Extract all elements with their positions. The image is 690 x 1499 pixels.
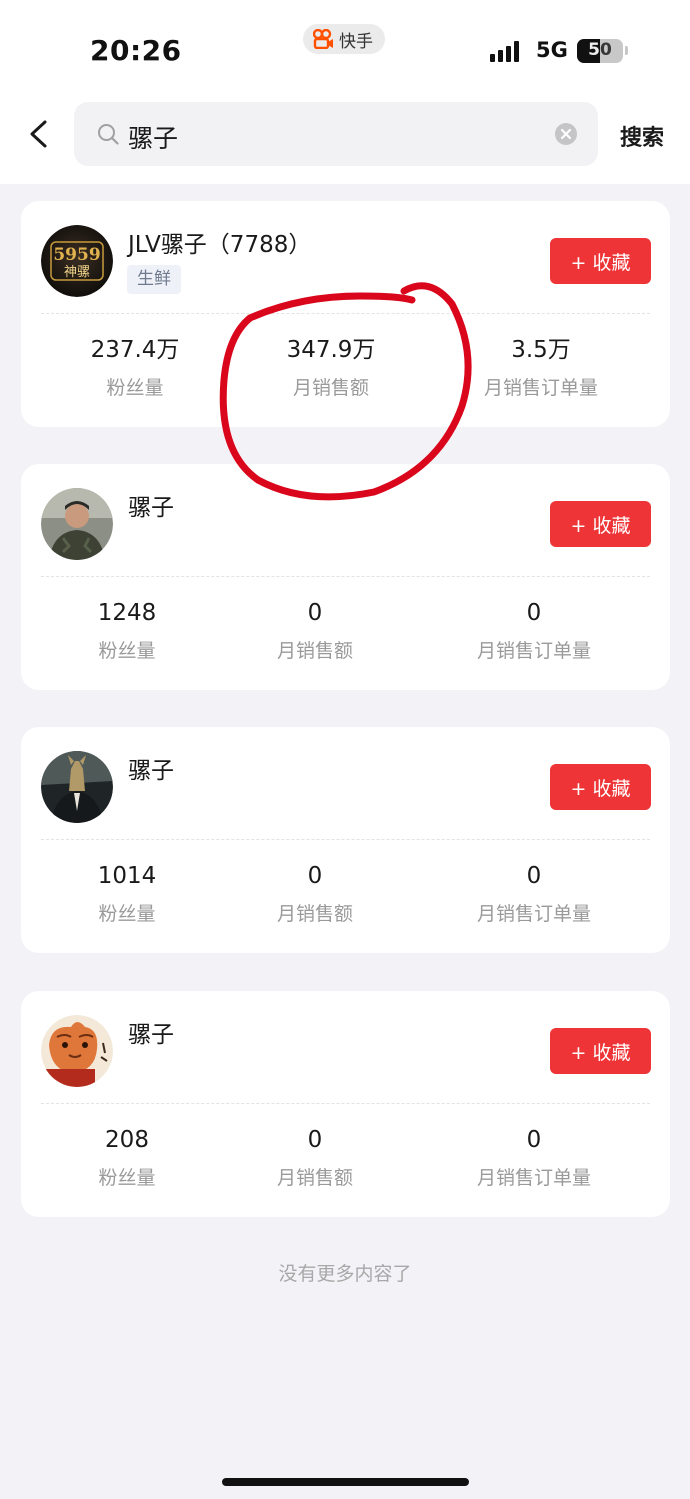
stat-value: 0	[307, 600, 323, 626]
stat-value: 0	[526, 600, 542, 626]
shop-avatar[interactable]	[41, 488, 113, 560]
app-name-label: 快手	[339, 31, 373, 52]
status-bar: 20:26 快手 5G 50	[0, 0, 690, 100]
clear-icon[interactable]	[554, 122, 578, 146]
card-divider	[41, 1103, 650, 1104]
search-input[interactable]: 骡子	[128, 119, 178, 155]
signal-strength-icon	[490, 40, 519, 62]
collect-button[interactable]: + 收藏	[550, 1028, 651, 1074]
home-indicator[interactable]	[222, 1478, 469, 1486]
end-of-list-text: 没有更多内容了	[278, 1263, 412, 1285]
network-type: 5G	[536, 38, 568, 62]
shop-card[interactable]: 骡子 + 收藏 1248 粉丝量 0 月销售额 0 月销售订单量	[21, 464, 670, 690]
shop-avatar[interactable]	[41, 751, 113, 823]
search-header: 骡子 搜索	[0, 100, 690, 184]
shop-name[interactable]: 骡子	[128, 488, 174, 522]
stat-value: 1248	[97, 600, 157, 626]
stat-monthly-sales: 347.9万 月销售额	[261, 335, 401, 400]
stat-value: 1014	[97, 863, 157, 889]
shop-name[interactable]: 骡子	[128, 751, 174, 785]
stat-value: 3.5万	[511, 337, 571, 363]
shop-card[interactable]: 骡子 + 收藏 1014 粉丝量 0 月销售额 0 月销售订单量	[21, 727, 670, 953]
stat-value: 208	[105, 1127, 149, 1153]
stat-value: 0	[526, 1127, 542, 1153]
stat-label: 粉丝量	[98, 640, 156, 662]
stat-label: 粉丝量	[98, 1167, 156, 1189]
battery-tip	[625, 46, 628, 55]
stat-label: 月销售额	[276, 903, 353, 925]
avatar-number-text: 5959	[53, 245, 100, 265]
stat-value: 0	[307, 1127, 323, 1153]
stat-monthly-orders: 0 月销售订单量	[454, 598, 614, 663]
search-icon	[98, 124, 119, 145]
stat-label: 月销售订单量	[483, 377, 598, 399]
shop-card[interactable]: 骡子 + 收藏 208 粉丝量 0 月销售额 0 月销售订单量	[21, 991, 670, 1217]
card-divider	[41, 576, 650, 577]
back-button[interactable]	[18, 114, 58, 154]
card-divider	[41, 313, 650, 314]
stat-label: 月销售订单量	[476, 640, 591, 662]
avatar-title-text: 神骡	[64, 265, 90, 280]
shop-name[interactable]: 骡子	[128, 1015, 174, 1049]
stat-monthly-orders: 3.5万 月销售订单量	[461, 335, 621, 400]
kuaishou-logo-icon	[312, 28, 335, 50]
stat-value: 0	[307, 863, 323, 889]
card-divider	[41, 839, 650, 840]
stat-monthly-orders: 0 月销售订单量	[454, 861, 614, 926]
stat-value: 237.4万	[90, 337, 180, 363]
stat-value: 347.9万	[286, 337, 376, 363]
stat-label: 月销售订单量	[476, 1167, 591, 1189]
app-indicator-pill[interactable]: 快手	[303, 24, 385, 54]
search-box[interactable]: 骡子	[74, 102, 598, 166]
stat-followers: 237.4万 粉丝量	[65, 335, 205, 400]
search-button[interactable]: 搜索	[620, 120, 664, 152]
collect-button[interactable]: + 收藏	[550, 764, 651, 810]
battery-level: 50	[588, 40, 612, 60]
battery-icon: 50	[577, 39, 623, 63]
stat-label: 月销售额	[276, 640, 353, 662]
stat-label: 月销售额	[292, 377, 369, 399]
shop-name[interactable]: JLV骡子（7788）	[128, 225, 311, 259]
shop-avatar[interactable]	[41, 1015, 113, 1087]
category-tag: 生鲜	[127, 265, 181, 294]
stat-value: 0	[526, 863, 542, 889]
stat-monthly-orders: 0 月销售订单量	[454, 1125, 614, 1190]
stat-monthly-sales: 0 月销售额	[245, 861, 385, 926]
stat-label: 月销售额	[276, 1167, 353, 1189]
stat-monthly-sales: 0 月销售额	[245, 598, 385, 663]
stat-label: 粉丝量	[106, 377, 164, 399]
stat-followers: 1248 粉丝量	[57, 598, 197, 663]
shop-avatar[interactable]: 5959 神骡	[41, 225, 113, 297]
shop-card[interactable]: 5959 神骡 JLV骡子（7788） 生鲜 + 收藏 237.4万 粉丝量 3…	[21, 201, 670, 427]
collect-button[interactable]: + 收藏	[550, 238, 651, 284]
stat-monthly-sales: 0 月销售额	[245, 1125, 385, 1190]
chevron-left-icon	[30, 120, 47, 148]
collect-button[interactable]: + 收藏	[550, 501, 651, 547]
status-time: 20:26	[90, 34, 182, 67]
stat-followers: 208 粉丝量	[57, 1125, 197, 1190]
stat-label: 粉丝量	[98, 903, 156, 925]
stat-label: 月销售订单量	[476, 903, 591, 925]
stat-followers: 1014 粉丝量	[57, 861, 197, 926]
